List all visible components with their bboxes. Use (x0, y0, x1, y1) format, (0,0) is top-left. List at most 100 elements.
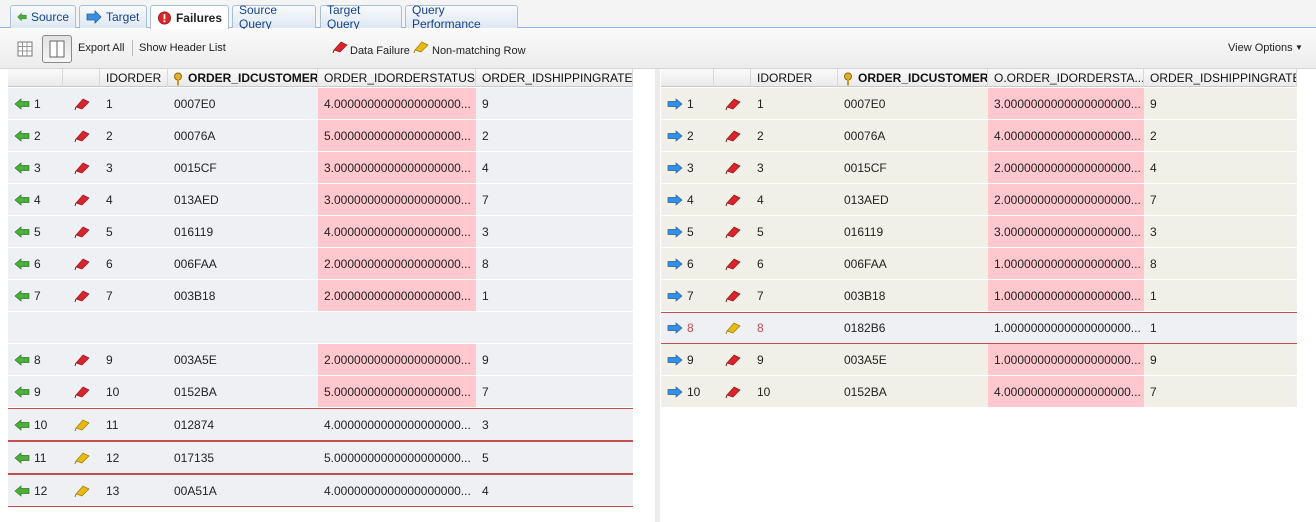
cell-order-idshippingrate: 9 (482, 352, 489, 367)
split-divider[interactable] (655, 69, 660, 522)
view-options-menu[interactable]: View Options (1228, 42, 1293, 54)
cell-order-idcustomer: 00A51A (174, 483, 217, 498)
arrow-left-green-icon (14, 385, 30, 398)
cell-order-idcustomer: 013AED (174, 192, 219, 207)
red-flag-icon (63, 344, 100, 375)
table-row[interactable]: 6 6 006FAA 2.0000000000000000000... 8 (8, 248, 633, 280)
arrow-left-green-icon (14, 97, 30, 110)
cell-idorder: 12 (106, 450, 120, 465)
table-row[interactable]: 3 3 0015CF 3.0000000000000000000... 4 (8, 152, 633, 184)
table-row[interactable]: 9 10 0152BA 5.0000000000000000000... 7 (8, 376, 633, 408)
table-row[interactable]: 1 1 0007E0 3.0000000000000000000... 9 (661, 88, 1297, 120)
row-number-label: 2 (34, 128, 41, 143)
row-number: 5 (661, 216, 714, 247)
table-row[interactable]: 10 10 0152BA 4.0000000000000000000... 7 (661, 376, 1297, 408)
table-row[interactable]: 5 5 016119 4.0000000000000000000... 3 (8, 216, 633, 248)
table-row[interactable]: 3 3 0015CF 2.0000000000000000000... 4 (661, 152, 1297, 184)
red-flag-icon (63, 376, 100, 407)
row-number: 1 (661, 88, 714, 119)
row-number-label: 3 (34, 160, 41, 175)
table-row[interactable]: 2 2 00076A 5.0000000000000000000... 2 (8, 120, 633, 152)
error-circle-icon (158, 11, 171, 24)
row-number-label: 1 (687, 96, 694, 111)
red-flag-icon (714, 216, 751, 247)
cell-idorder: 6 (106, 256, 113, 271)
cell-order-idshippingrate: 3 (482, 417, 489, 432)
cell-order-idshippingrate: 7 (482, 192, 489, 207)
row-number: 2 (661, 120, 714, 151)
row-number: 7 (8, 280, 63, 311)
cell-order-idshippingrate: 4 (482, 160, 489, 175)
tab-source[interactable]: Source (10, 5, 76, 28)
split-view-button[interactable] (42, 35, 72, 63)
cell-idorder: 1 (106, 96, 113, 111)
cell-order-idorderstatus: 3.0000000000000000000... (988, 216, 1144, 247)
table-row[interactable]: 6 6 006FAA 1.0000000000000000000... 8 (661, 248, 1297, 280)
row-number: 4 (8, 184, 63, 215)
table-row[interactable]: 9 9 003A5E 1.0000000000000000000... 9 (661, 344, 1297, 376)
cell-order-idorderstatus: 2.0000000000000000000... (318, 280, 476, 311)
tab-target-query[interactable]: Target Query (320, 3, 402, 31)
table-row[interactable]: 12 13 00A51A 4.0000000000000000000... 4 (8, 474, 633, 507)
red-flag-icon (63, 120, 100, 151)
header-order-idorderstatus[interactable]: ORDER_IDORDERSTATUS (318, 69, 476, 87)
header-idorder[interactable]: IDORDER (100, 69, 168, 87)
row-number: 10 (661, 376, 714, 407)
header-order-idcustomer[interactable]: ORDER_IDCUSTOMER (168, 69, 318, 87)
row-number-label: 8 (34, 352, 41, 367)
arrow-left-green-icon (14, 161, 30, 174)
red-flag-icon (332, 41, 348, 54)
table-row[interactable]: 1 1 0007E0 4.0000000000000000000... 9 (8, 88, 633, 120)
arrow-right-blue-icon (667, 322, 683, 334)
cell-order-idorderstatus: 4.0000000000000000000... (318, 88, 476, 119)
red-flag-icon (714, 280, 751, 311)
table-row[interactable]: 10 11 012874 4.0000000000000000000... 3 (8, 408, 633, 441)
tab-failures[interactable]: Failures (150, 5, 229, 29)
source-grid: IDORDER ORDER_IDCUSTOMER ORDER_IDORDERST… (8, 69, 633, 522)
chevron-down-icon: ▼ (1295, 43, 1303, 52)
cell-order-idorderstatus: 1.0000000000000000000... (994, 321, 1141, 335)
header-order-idshippingrate[interactable]: ORDER_IDSHIPPINGRATE (476, 69, 633, 87)
arrow-right-blue-icon (667, 161, 683, 174)
table-row[interactable]: 4 4 013AED 3.0000000000000000000... 7 (8, 184, 633, 216)
toolbar-separator (132, 40, 133, 56)
table-row[interactable]: 7 7 003B18 2.0000000000000000000... 1 (8, 280, 633, 312)
header-order-idcustomer[interactable]: ORDER_IDCUSTOMER (838, 69, 988, 87)
table-row[interactable]: 8 8 0182B6 1.0000000000000000000... 1 (661, 312, 1297, 344)
red-flag-icon (714, 88, 751, 119)
tab-query-performance[interactable]: Query Performance (405, 3, 518, 31)
table-row[interactable]: 4 4 013AED 2.0000000000000000000... 7 (661, 184, 1297, 216)
cell-order-idcustomer: 017135 (174, 450, 215, 465)
red-flag-icon (63, 88, 100, 119)
row-number: 8 (661, 313, 714, 343)
cell-order-idcustomer: 003A5E (844, 352, 887, 367)
row-number: 3 (8, 152, 63, 183)
header-label: ORDER_IDCUSTOMER (858, 71, 988, 85)
arrow-right-blue-icon (667, 193, 683, 206)
header-o-order-idordersta[interactable]: O.ORDER_IDORDERSTA... (988, 69, 1144, 87)
arrow-right-blue-icon (667, 257, 683, 270)
cell-order-idshippingrate: 1 (1150, 321, 1157, 335)
header-order-idshippingrate[interactable]: ORDER_IDSHIPPINGRATE (1144, 69, 1297, 87)
export-all-button[interactable]: Export All (78, 42, 124, 54)
table-row[interactable]: 8 9 003A5E 2.0000000000000000000... 9 (8, 344, 633, 376)
yellow-flag-icon (63, 442, 100, 473)
row-number: 9 (661, 344, 714, 375)
show-header-list-button[interactable]: Show Header List (139, 42, 226, 54)
arrow-right-blue-icon (667, 97, 683, 110)
tab-source-query[interactable]: Source Query (232, 3, 316, 31)
cell-order-idcustomer: 0015CF (844, 160, 887, 175)
table-row[interactable]: 7 7 003B18 1.0000000000000000000... 1 (661, 280, 1297, 312)
grid-view-button[interactable] (12, 37, 38, 61)
cell-order-idshippingrate: 7 (482, 384, 489, 399)
table-row[interactable]: 2 2 00076A 4.0000000000000000000... 2 (661, 120, 1297, 152)
cell-idorder: 8 (757, 321, 764, 335)
header-idorder[interactable]: IDORDER (751, 69, 838, 87)
tab-target[interactable]: Target (79, 5, 147, 28)
cell-order-idorderstatus: 2.0000000000000000000... (988, 152, 1144, 183)
table-row[interactable]: 5 5 016119 3.0000000000000000000... 3 (661, 216, 1297, 248)
cell-order-idorderstatus: 5.0000000000000000000... (318, 376, 476, 407)
table-row[interactable]: 11 12 017135 5.0000000000000000000... 5 (8, 441, 633, 474)
legend-data-failure: Data Failure (350, 45, 410, 57)
row-number-label: 6 (687, 256, 694, 271)
